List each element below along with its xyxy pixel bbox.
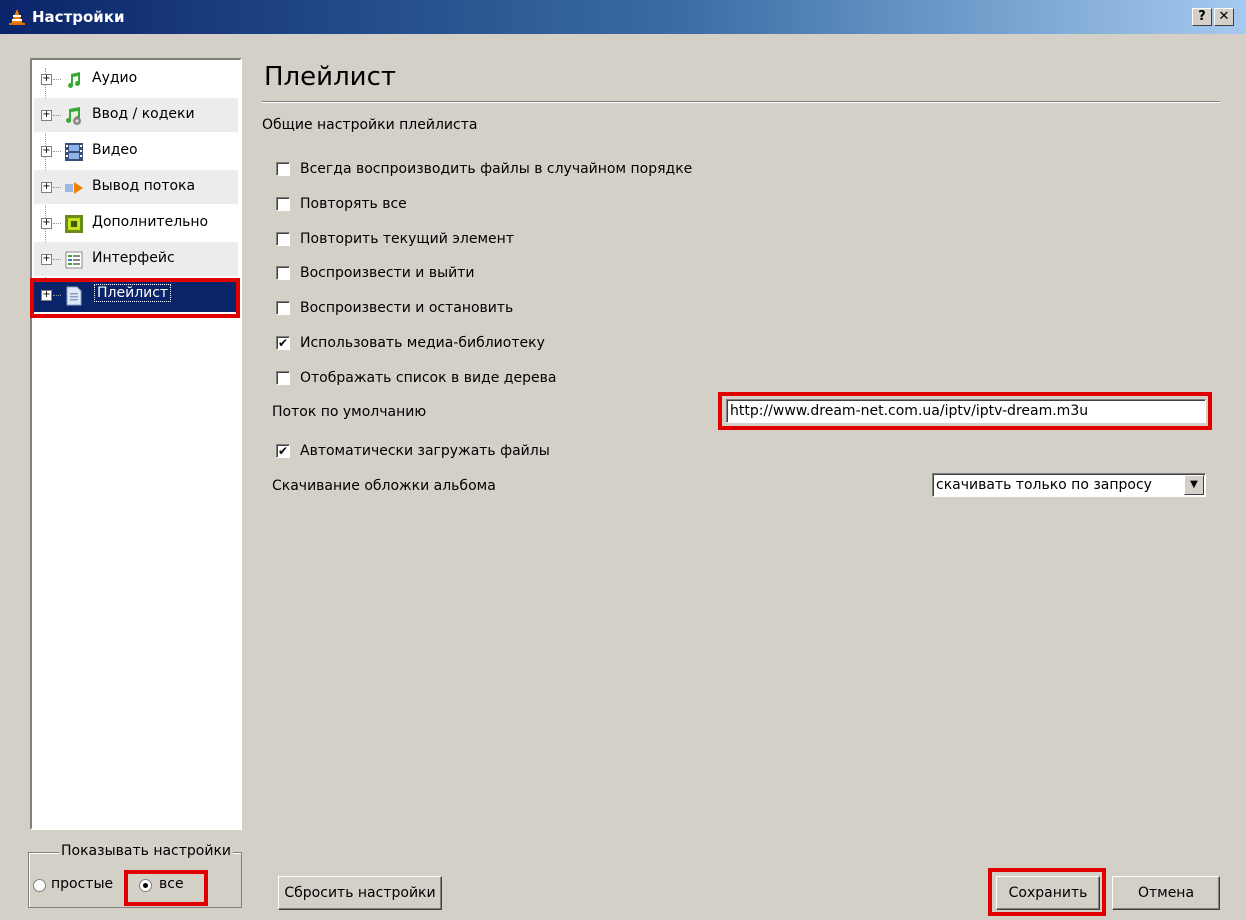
album-art-label: Скачивание обложки альбома xyxy=(272,478,496,494)
tree-connector xyxy=(53,259,61,260)
option-label: Воспроизвести и выйти xyxy=(300,265,475,281)
close-button[interactable]: ✕ xyxy=(1214,8,1234,26)
tree-item-label: Плейлист xyxy=(94,284,172,302)
reset-settings-button[interactable]: Сбросить настройки xyxy=(278,876,442,910)
option-label: Воспроизвести и остановить xyxy=(300,300,514,316)
section-title: Общие настройки плейлиста xyxy=(262,117,478,133)
show-settings-group: Показывать настройки простые все xyxy=(28,843,242,908)
tree-item-label: Вывод потока xyxy=(92,178,196,194)
play-and-exit-checkbox[interactable] xyxy=(276,266,290,280)
tree-item-label: Ввод / кодеки xyxy=(92,106,195,122)
media-library-checkbox[interactable]: ✔ xyxy=(276,336,290,350)
repeat-all-checkbox[interactable] xyxy=(276,197,290,211)
expand-icon[interactable]: + xyxy=(41,74,52,85)
tree-item-input-codecs[interactable]: + Ввод / кодеки xyxy=(34,98,238,132)
tree-item-playlist[interactable]: + Плейлист xyxy=(34,278,238,312)
tree-connector xyxy=(53,223,61,224)
show-settings-legend: Показывать настройки xyxy=(59,843,234,859)
option-label: Всегда воспроизводить файлы в случайном … xyxy=(300,161,693,177)
page-title: Плейлист xyxy=(264,62,397,92)
tree-connector xyxy=(53,79,61,80)
cancel-button[interactable]: Отмена xyxy=(1112,876,1220,910)
default-stream-label: Поток по умолчанию xyxy=(272,404,427,420)
tree-connector xyxy=(53,295,61,296)
album-art-value: скачивать только по запросу xyxy=(936,477,1152,493)
album-art-select[interactable]: скачивать только по запросу ▼ xyxy=(932,473,1206,497)
vlc-cone-icon xyxy=(9,9,25,25)
play-and-stop-checkbox[interactable] xyxy=(276,301,290,315)
option-label: Автоматически загружать файлы xyxy=(300,443,550,459)
simple-radio[interactable] xyxy=(33,879,46,892)
music-note-icon xyxy=(68,72,81,88)
option-label: Повторять все xyxy=(300,196,407,212)
tree-view-checkbox[interactable] xyxy=(276,371,290,385)
option-label: Использовать медиа-библиотеку xyxy=(300,335,545,351)
autoload-checkbox[interactable]: ✔ xyxy=(276,444,290,458)
tree-item-label: Дополнительно xyxy=(92,214,209,230)
tree-connector xyxy=(53,187,61,188)
playlist-document-icon xyxy=(66,286,82,306)
window-titlebar: Настройки ? ✕ xyxy=(0,0,1246,34)
default-stream-input[interactable] xyxy=(726,399,1206,423)
save-button[interactable]: Сохранить xyxy=(996,876,1100,910)
interface-icon xyxy=(65,251,83,269)
help-button[interactable]: ? xyxy=(1192,8,1212,26)
window-title: Настройки xyxy=(32,8,125,26)
tree-item-label: Видео xyxy=(92,142,138,158)
chip-icon xyxy=(65,215,83,233)
tree-item-interface[interactable]: + Интерфейс xyxy=(34,242,238,276)
option-label: Отображать список в виде дерева xyxy=(300,370,557,386)
random-checkbox[interactable] xyxy=(276,162,290,176)
tree-item-video[interactable]: + Видео xyxy=(34,134,238,168)
tree-item-stream-output[interactable]: + Вывод потока xyxy=(34,170,238,204)
tree-connector xyxy=(53,151,61,152)
tree-connector xyxy=(53,115,61,116)
expand-icon[interactable]: + xyxy=(41,146,52,157)
expand-icon[interactable]: + xyxy=(41,290,52,301)
tree-item-label: Аудио xyxy=(92,70,138,86)
title-separator xyxy=(262,101,1220,103)
film-icon xyxy=(65,143,83,161)
tree-item-audio[interactable]: + Аудио xyxy=(34,62,238,96)
repeat-current-checkbox[interactable] xyxy=(276,232,290,246)
tree-item-label: Интерфейс xyxy=(92,250,175,266)
expand-icon[interactable]: + xyxy=(41,254,52,265)
codecs-icon xyxy=(66,107,81,125)
chevron-down-icon[interactable]: ▼ xyxy=(1184,475,1204,495)
option-label: Повторить текущий элемент xyxy=(300,231,514,247)
expand-icon[interactable]: + xyxy=(41,182,52,193)
settings-category-tree[interactable]: + Аудио + Ввод / кодеки + Видео + Вывод … xyxy=(30,58,242,830)
all-radio-label[interactable]: все xyxy=(159,876,184,892)
all-radio[interactable] xyxy=(139,879,152,892)
expand-icon[interactable]: + xyxy=(41,218,52,229)
stream-output-icon xyxy=(65,182,83,194)
tree-item-advanced[interactable]: + Дополнительно xyxy=(34,206,238,240)
simple-radio-label[interactable]: простые xyxy=(51,876,113,892)
expand-icon[interactable]: + xyxy=(41,110,52,121)
